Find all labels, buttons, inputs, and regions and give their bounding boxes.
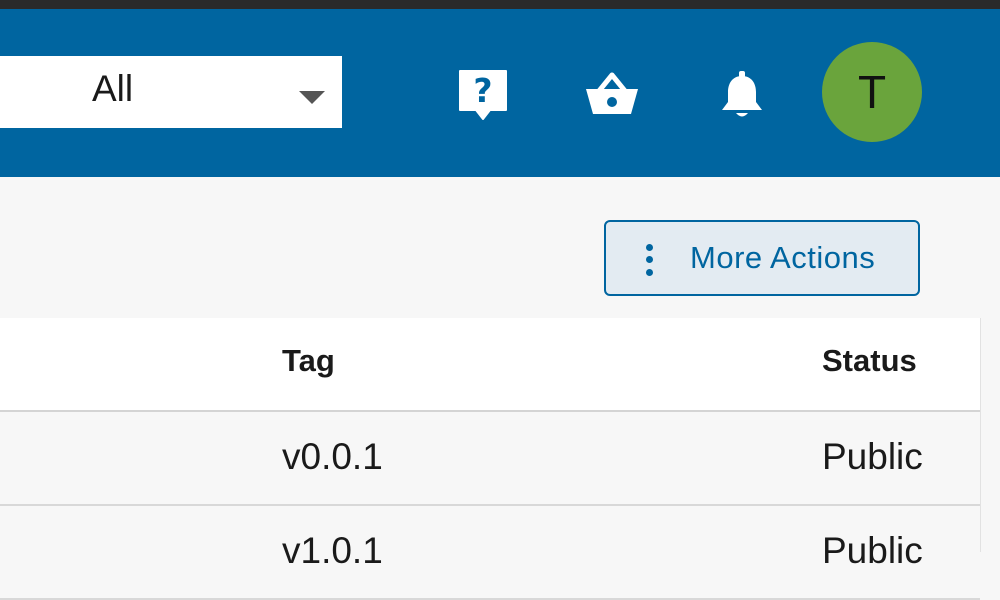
tags-table: Tag Status v0.0.1 Public v1.0.1 Public xyxy=(0,318,981,600)
svg-text:?: ? xyxy=(473,71,492,110)
help-icon[interactable]: ? xyxy=(453,64,513,124)
more-actions-label: More Actions xyxy=(690,240,876,275)
status-cell: Public xyxy=(822,436,923,477)
column-header-tag[interactable]: Tag xyxy=(282,345,335,376)
column-header-status[interactable]: Status xyxy=(822,345,917,376)
tag-cell: v0.0.1 xyxy=(282,436,383,477)
status-cell: Public xyxy=(822,530,923,571)
scope-select-value: All xyxy=(92,68,134,109)
table-row[interactable]: v0.0.1 Public xyxy=(0,412,980,506)
window-top-strip xyxy=(0,0,1000,9)
table-header: Tag Status xyxy=(0,318,980,412)
scope-select[interactable]: All xyxy=(0,56,342,128)
kebab-menu-icon xyxy=(644,242,654,278)
user-avatar[interactable]: T xyxy=(822,42,922,142)
basket-icon[interactable] xyxy=(582,64,642,124)
table-row[interactable]: v1.0.1 Public xyxy=(0,506,980,600)
app-header: All ? T xyxy=(0,9,1000,177)
tag-cell: v1.0.1 xyxy=(282,530,383,571)
more-actions-button[interactable]: More Actions xyxy=(604,220,920,296)
chevron-down-icon xyxy=(299,91,325,104)
bell-icon[interactable] xyxy=(712,64,772,124)
